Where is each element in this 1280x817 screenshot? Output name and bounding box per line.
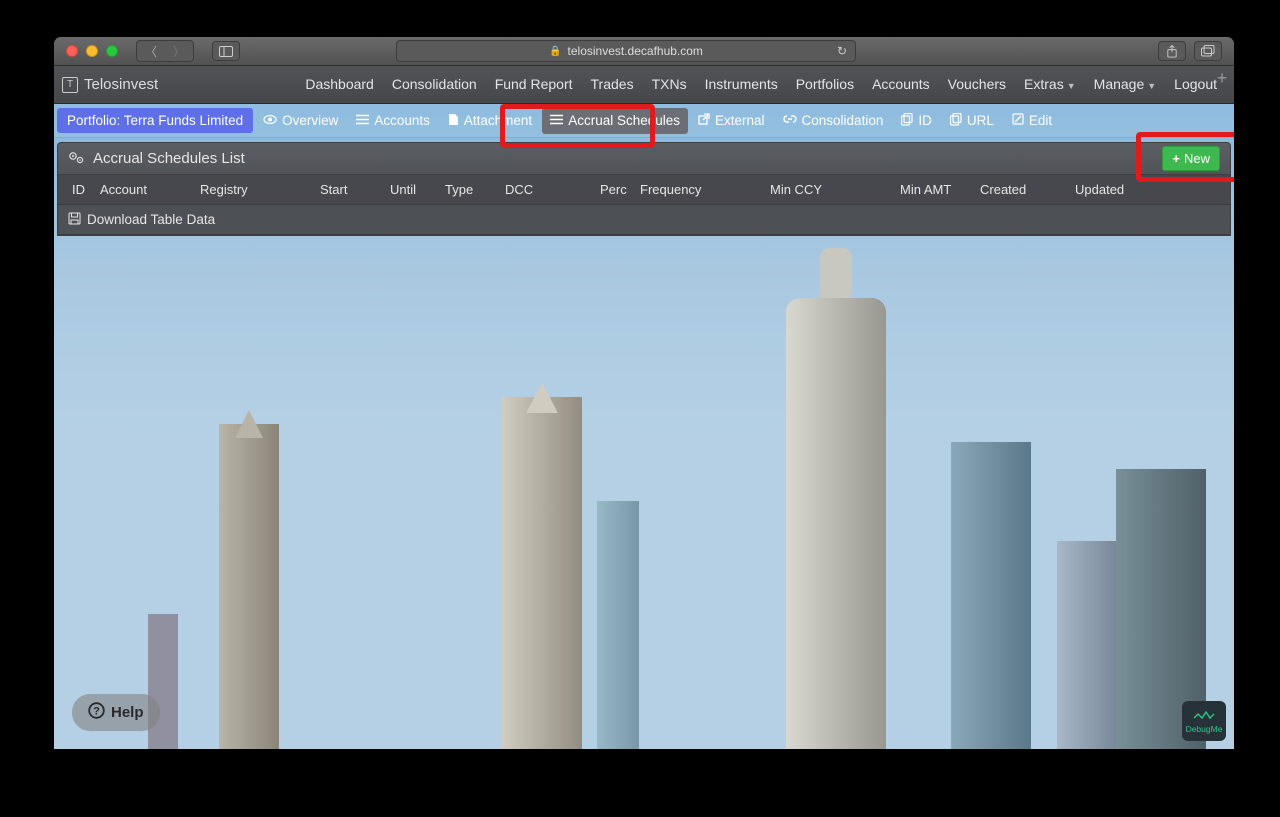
menu-item-manage[interactable]: Manage▼ — [1085, 65, 1166, 105]
caret-down-icon: ▼ — [1067, 81, 1076, 91]
menu-item-dashboard[interactable]: Dashboard — [296, 65, 383, 105]
tool-label: Attachment — [464, 113, 532, 128]
window-minimize-button[interactable] — [86, 45, 98, 57]
tool-id[interactable]: ID — [893, 108, 940, 134]
tool-accounts[interactable]: Accounts — [348, 108, 438, 134]
save-icon — [68, 212, 81, 228]
back-button[interactable]: 〈 — [137, 41, 165, 61]
menu-item-consolidation[interactable]: Consolidation — [383, 65, 486, 105]
brand-label: Telosinvest — [84, 76, 158, 93]
tool-attachment[interactable]: Attachment — [440, 108, 540, 134]
column-min-ccy[interactable]: Min CCY — [764, 182, 894, 197]
copy-icon — [901, 113, 913, 129]
tool-label: External — [715, 113, 765, 128]
menu-item-trades[interactable]: Trades — [582, 65, 643, 105]
tool-label: ID — [918, 113, 932, 128]
new-tab-button[interactable]: + — [1212, 69, 1232, 89]
new-button-label: New — [1184, 151, 1210, 166]
gears-icon — [68, 150, 85, 168]
menu-item-vouchers[interactable]: Vouchers — [939, 65, 1015, 105]
plus-icon: + — [1172, 151, 1180, 166]
column-dcc[interactable]: DCC — [499, 182, 594, 197]
menu-item-txns[interactable]: TXNs — [643, 65, 696, 105]
link-icon — [783, 113, 797, 128]
column-start[interactable]: Start — [314, 182, 384, 197]
titlebar-right-buttons — [1158, 41, 1222, 61]
tool-url[interactable]: URL — [942, 108, 1002, 134]
column-min-amt[interactable]: Min AMT — [894, 182, 974, 197]
help-icon: ? — [88, 702, 105, 723]
top-menu: DashboardConsolidationFund ReportTradesT… — [296, 65, 1226, 105]
window-close-button[interactable] — [66, 45, 78, 57]
reload-icon[interactable]: ↻ — [837, 44, 847, 58]
list-icon — [356, 113, 369, 128]
panel-header: Accrual Schedules List + New — [58, 143, 1230, 175]
eye-icon — [263, 113, 277, 128]
caret-down-icon: ▼ — [1147, 81, 1156, 91]
column-perc[interactable]: Perc — [594, 182, 634, 197]
tool-label: Overview — [282, 113, 338, 128]
accrual-schedules-panel: Accrual Schedules List + New IDAccountRe… — [57, 142, 1231, 236]
column-until[interactable]: Until — [384, 182, 439, 197]
tool-label: Accrual Schedules — [568, 113, 680, 128]
forward-button[interactable]: 〉 — [165, 41, 193, 61]
column-created[interactable]: Created — [974, 182, 1069, 197]
tool-label: URL — [967, 113, 994, 128]
tool-consolidation[interactable]: Consolidation — [775, 108, 892, 134]
download-table-data[interactable]: Download Table Data — [58, 205, 1230, 235]
help-label: Help — [111, 704, 144, 721]
background-image — [54, 298, 1234, 750]
brand-icon: T — [62, 77, 78, 93]
column-id[interactable]: ID — [66, 182, 94, 197]
file-icon — [448, 113, 459, 129]
menu-item-portfolios[interactable]: Portfolios — [787, 65, 863, 105]
brand[interactable]: T Telosinvest — [62, 76, 158, 93]
menu-item-accounts[interactable]: Accounts — [863, 65, 939, 105]
copy-icon — [950, 113, 962, 129]
column-registry[interactable]: Registry — [194, 182, 314, 197]
debugme-label: DebugMe — [1186, 724, 1223, 734]
url-text: telosinvest.decafhub.com — [568, 44, 703, 58]
traffic-lights — [66, 45, 118, 57]
column-type[interactable]: Type — [439, 182, 499, 197]
column-updated[interactable]: Updated — [1069, 182, 1149, 197]
menu-item-fund-report[interactable]: Fund Report — [486, 65, 582, 105]
tool-edit[interactable]: Edit — [1004, 108, 1060, 134]
list-icon — [550, 113, 563, 128]
debugme-icon — [1193, 709, 1215, 723]
menu-item-extras[interactable]: Extras▼ — [1015, 65, 1085, 105]
debugme-widget[interactable]: DebugMe — [1182, 701, 1226, 741]
tool-label: Accounts — [374, 113, 430, 128]
menu-item-instruments[interactable]: Instruments — [696, 65, 787, 105]
sidebar-toggle-button[interactable] — [212, 41, 240, 61]
tabs-button[interactable] — [1194, 41, 1222, 61]
browser-window: 〈 〉 🔒 telosinvest.decafhub.com ↻ + T Tel… — [54, 37, 1234, 749]
column-account[interactable]: Account — [94, 182, 194, 197]
tool-external[interactable]: External — [690, 108, 773, 134]
tool-accrual-schedules[interactable]: Accrual Schedules — [542, 108, 688, 134]
column-frequency[interactable]: Frequency — [634, 182, 764, 197]
edit-icon — [1012, 113, 1024, 128]
portfolio-badge[interactable]: Portfolio: Terra Funds Limited — [57, 108, 253, 133]
svg-text:?: ? — [93, 706, 100, 718]
window-zoom-button[interactable] — [106, 45, 118, 57]
ext-icon — [698, 113, 710, 128]
nav-buttons: 〈 〉 — [136, 40, 194, 62]
panel-title: Accrual Schedules List — [93, 150, 1154, 167]
new-button[interactable]: + New — [1162, 146, 1220, 171]
top-nav: T Telosinvest DashboardConsolidationFund… — [54, 66, 1234, 104]
tool-label: Consolidation — [802, 113, 884, 128]
table-header: IDAccountRegistryStartUntilTypeDCCPercFr… — [58, 175, 1230, 205]
tool-overview[interactable]: Overview — [255, 108, 346, 134]
download-label: Download Table Data — [87, 212, 215, 227]
help-button[interactable]: ? Help — [72, 694, 160, 731]
content-area: Portfolio: Terra Funds Limited Overview A… — [54, 104, 1234, 749]
portfolio-toolbar: Portfolio: Terra Funds Limited Overview A… — [54, 104, 1234, 138]
url-bar[interactable]: 🔒 telosinvest.decafhub.com ↻ — [396, 40, 856, 62]
titlebar: 〈 〉 🔒 telosinvest.decafhub.com ↻ — [54, 37, 1234, 66]
lock-icon: 🔒 — [549, 46, 561, 57]
share-button[interactable] — [1158, 41, 1186, 61]
tool-label: Edit — [1029, 113, 1052, 128]
